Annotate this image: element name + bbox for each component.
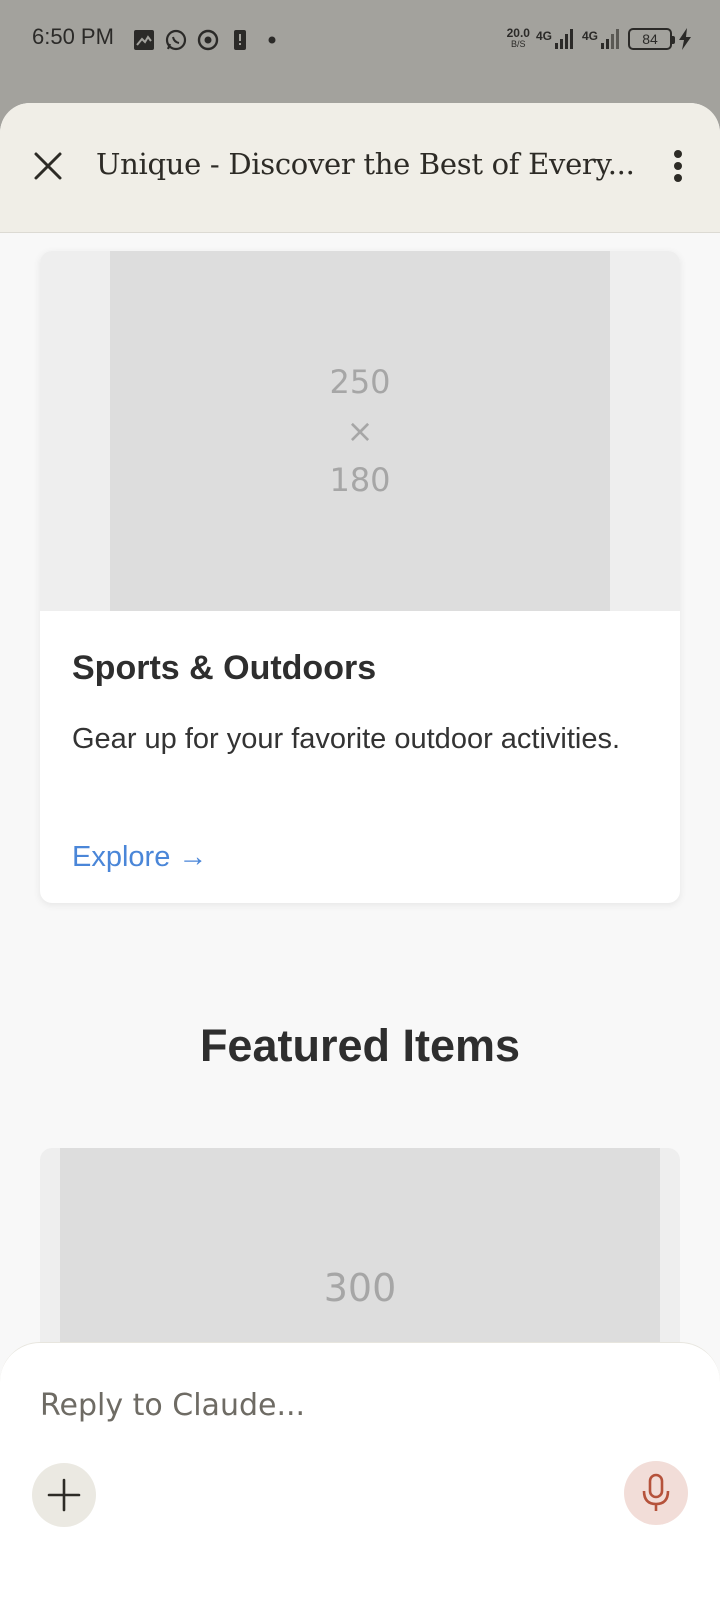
plus-icon [47, 1478, 81, 1512]
dot-icon [260, 28, 284, 52]
more-dot-icon [674, 162, 682, 170]
more-dot-icon [674, 174, 682, 182]
signal-1: 4G [536, 29, 576, 49]
chrome-icon [196, 28, 220, 52]
signal-2: 4G [582, 29, 622, 49]
card-image-placeholder: 250 × 180 [110, 251, 610, 611]
more-options-button[interactable] [666, 146, 690, 186]
more-dot-icon [674, 150, 682, 158]
net-speed-value: 20.0 [506, 26, 530, 40]
category-card[interactable]: 250 × 180 Sports & Outdoors Gear up for … [40, 251, 680, 903]
net-speed-unit: B/S [511, 39, 526, 49]
status-bar: 6:50 PM 20.0 B/S 4G 4G 84 [0, 0, 720, 80]
featured-item-card[interactable]: 300 [40, 1148, 680, 1348]
status-right: 20.0 B/S 4G 4G 84 [507, 24, 692, 54]
placeholder-height: 180 [329, 460, 391, 499]
web-preview[interactable]: 250 × 180 Sports & Outdoors Gear up for … [0, 234, 720, 1348]
signal-icon [554, 29, 573, 49]
close-icon [34, 152, 62, 180]
notification-icons [132, 28, 284, 52]
signal-icon [601, 29, 619, 49]
whatsapp-icon [164, 28, 188, 52]
status-time: 6:50 PM [32, 24, 114, 49]
net-speed: 20.0 B/S [506, 26, 530, 50]
charging-icon [679, 28, 691, 50]
close-button[interactable] [28, 146, 68, 186]
card-description: Gear up for your favorite outdoor activi… [72, 723, 621, 755]
placeholder-width: 250 [329, 362, 391, 401]
reply-input[interactable] [40, 1383, 640, 1427]
featured-heading: Featured Items [199, 1020, 521, 1071]
add-attachment-button[interactable] [32, 1463, 96, 1527]
explore-link[interactable]: Explore → [72, 841, 207, 874]
network-type-2: 4G [581, 29, 598, 43]
placeholder-times: × [346, 411, 374, 450]
sheet-header: Unique - Discover the Best of Every... [0, 103, 720, 233]
phone-alert-icon [228, 28, 252, 52]
reply-composer [0, 1342, 720, 1612]
voice-input-button[interactable] [624, 1461, 688, 1525]
sheet-title: Unique - Discover the Best of Every... [96, 147, 635, 181]
placeholder-width: 300 [323, 1266, 397, 1310]
card-title: Sports & Outdoors [72, 649, 377, 687]
card-image-area: 250 × 180 [40, 251, 680, 611]
featured-image-placeholder: 300 [60, 1148, 660, 1348]
battery-icon: 84 [628, 28, 675, 50]
network-type-1: 4G [535, 29, 552, 43]
gallery-icon [132, 28, 156, 52]
microphone-icon [642, 1473, 670, 1511]
